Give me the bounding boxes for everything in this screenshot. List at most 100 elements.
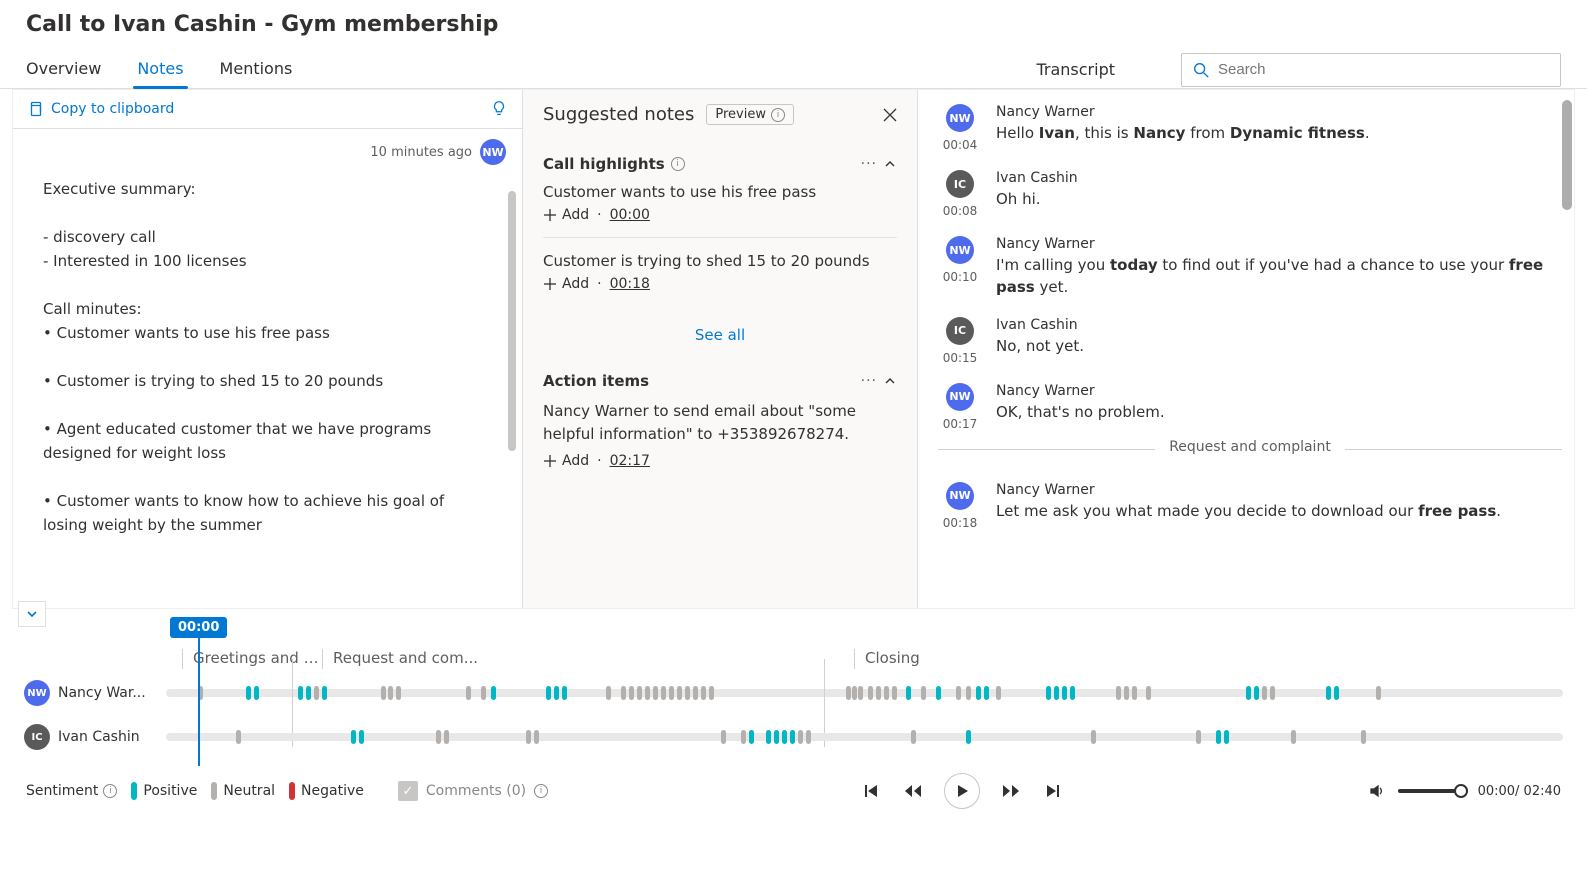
- more-icon[interactable]: ···: [861, 156, 877, 172]
- speaker-name: Ivan Cashin: [996, 317, 1562, 333]
- search-icon: [1192, 61, 1210, 79]
- notes-column: Copy to clipboard 10 minutes ago NW Exec…: [13, 90, 523, 608]
- skip-end-button[interactable]: [1042, 780, 1064, 802]
- action-items-heading: Action items: [543, 372, 649, 390]
- avatar: IC: [946, 170, 974, 198]
- info-icon[interactable]: i: [671, 157, 685, 171]
- avatar: NW: [946, 104, 974, 132]
- segment-label: Closing: [854, 649, 1458, 669]
- speaker-name: Nancy Warner: [996, 482, 1562, 498]
- note-line: [43, 345, 492, 369]
- avatar: IC: [946, 317, 974, 345]
- close-icon[interactable]: [883, 108, 897, 122]
- avatar: NW: [946, 236, 974, 264]
- note-line: • Customer is trying to shed 15 to 20 po…: [43, 369, 492, 393]
- transcript-item[interactable]: NW00:18Nancy WarnerLet me ask you what m…: [938, 482, 1562, 530]
- transcript-panel[interactable]: NW00:04Nancy WarnerHello Ivan, this is N…: [918, 90, 1574, 608]
- chevron-up-icon[interactable]: [883, 157, 897, 171]
- transcript-item[interactable]: IC 00:08 Ivan Cashin Oh hi.: [938, 170, 1562, 218]
- tab-notes[interactable]: Notes: [137, 51, 183, 88]
- volume-slider[interactable]: [1398, 789, 1468, 793]
- skip-start-button[interactable]: [860, 780, 882, 802]
- add-button[interactable]: Add: [543, 276, 589, 292]
- speaker-name: Ivan Cashin: [996, 170, 1562, 186]
- avatar: IC: [24, 724, 50, 750]
- player-footer: Sentiment i Positive Neutral Negative ✓ …: [0, 759, 1587, 819]
- forward-button[interactable]: [1000, 780, 1022, 802]
- avatar: NW: [480, 139, 506, 165]
- transcript-item[interactable]: NW00:10Nancy WarnerI'm calling you today…: [938, 236, 1562, 299]
- transcript-item[interactable]: NW 00:17 Nancy Warner OK, that's no problem…: [938, 383, 1562, 431]
- transcript-item[interactable]: IC00:15Ivan CashinNo, not yet.: [938, 317, 1562, 365]
- search-box[interactable]: [1181, 53, 1561, 87]
- note-line: • Customer wants to know how to achieve …: [43, 489, 492, 537]
- scrollbar[interactable]: [1562, 100, 1572, 210]
- info-icon: i: [534, 784, 548, 798]
- timeline: 00:00 Greetings and in...Request and com…: [0, 609, 1587, 759]
- time-display: 00:00/ 02:40: [1478, 784, 1561, 799]
- preview-badge[interactable]: Preview i: [706, 104, 794, 125]
- note-line: • Agent educated customer that we have p…: [43, 417, 492, 465]
- tab-mentions[interactable]: Mentions: [220, 51, 293, 88]
- note-timestamp: 10 minutes ago: [370, 145, 472, 160]
- tab-bar: Overview Notes Mentions Transcript: [0, 51, 1587, 89]
- chevron-up-icon[interactable]: [883, 374, 897, 388]
- speaker-name: Nancy Warner: [996, 383, 1562, 399]
- copy-to-clipboard-button[interactable]: Copy to clipboard: [27, 101, 174, 117]
- search-input[interactable]: [1218, 61, 1550, 78]
- timestamp-link[interactable]: 02:17: [610, 453, 650, 469]
- page-title: Call to Ivan Cashin - Gym membership: [0, 0, 1587, 51]
- note-line: [43, 465, 492, 489]
- more-icon[interactable]: ···: [861, 373, 877, 389]
- transcript-item[interactable]: NW00:04Nancy WarnerHello Ivan, this is N…: [938, 104, 1562, 152]
- tab-overview[interactable]: Overview: [26, 51, 101, 88]
- timestamp: 00:08: [943, 204, 978, 218]
- playhead[interactable]: 00:00: [170, 617, 227, 766]
- collapse-button[interactable]: [18, 601, 46, 627]
- timestamp-link[interactable]: 00:18: [610, 276, 650, 292]
- note-line: [43, 393, 492, 417]
- note-line: Call minutes:: [43, 297, 492, 321]
- note-line: [43, 201, 492, 225]
- copy-icon: [27, 101, 43, 117]
- section-divider: Request and complaint: [938, 449, 1562, 466]
- rewind-button[interactable]: [902, 780, 924, 802]
- avatar: NW: [946, 383, 974, 411]
- highlight-item: Customer is trying to shed 15 to 20 poun…: [543, 252, 897, 270]
- timeline-track: NWNancy War...: [24, 671, 1563, 715]
- volume-icon[interactable]: [1366, 780, 1388, 802]
- add-button[interactable]: Add: [543, 207, 589, 223]
- comments-button[interactable]: ✓ Comments (0) i: [388, 777, 558, 805]
- info-icon[interactable]: i: [103, 784, 117, 798]
- call-highlights-heading: Call highlights: [543, 155, 665, 173]
- player-controls: [860, 773, 1064, 809]
- transcript-text: Let me ask you what made you decide to d…: [996, 501, 1562, 523]
- transcript-text: Oh hi.: [996, 189, 1562, 211]
- track-bar[interactable]: [166, 689, 1563, 697]
- speaker-name: Nancy War...: [58, 685, 146, 701]
- suggested-notes-panel: Suggested notes Preview i Call highlight…: [523, 90, 918, 608]
- segment-label: Request and com...: [322, 649, 854, 669]
- lightbulb-icon[interactable]: [490, 100, 508, 118]
- speaker-name: Nancy Warner: [996, 104, 1562, 120]
- play-button[interactable]: [944, 773, 980, 809]
- highlight-item: Customer wants to use his free pass: [543, 183, 897, 201]
- speaker-name: Ivan Cashin: [58, 729, 140, 745]
- timestamp-link[interactable]: 00:00: [610, 207, 650, 223]
- note-line: • Customer wants to use his free pass: [43, 321, 492, 345]
- track-bar[interactable]: [166, 733, 1563, 741]
- note-line: [43, 273, 492, 297]
- suggested-notes-title: Suggested notes: [543, 104, 694, 125]
- add-button[interactable]: Add: [543, 453, 589, 469]
- note-body[interactable]: Executive summary: - discovery call- Int…: [13, 171, 522, 608]
- transcript-text: Hello Ivan, this is Nancy from Dynamic f…: [996, 123, 1562, 145]
- timestamp: 00:17: [943, 417, 978, 431]
- see-all-link[interactable]: See all: [543, 320, 897, 362]
- transcript-text: No, not yet.: [996, 336, 1562, 358]
- legend-negative: Negative: [289, 782, 364, 800]
- transcript-text: OK, that's no problem.: [996, 402, 1562, 424]
- scrollbar[interactable]: [508, 171, 518, 608]
- timestamp: 00:10: [943, 270, 978, 284]
- legend-positive: Positive: [131, 782, 197, 800]
- timestamp: 00:18: [943, 516, 978, 530]
